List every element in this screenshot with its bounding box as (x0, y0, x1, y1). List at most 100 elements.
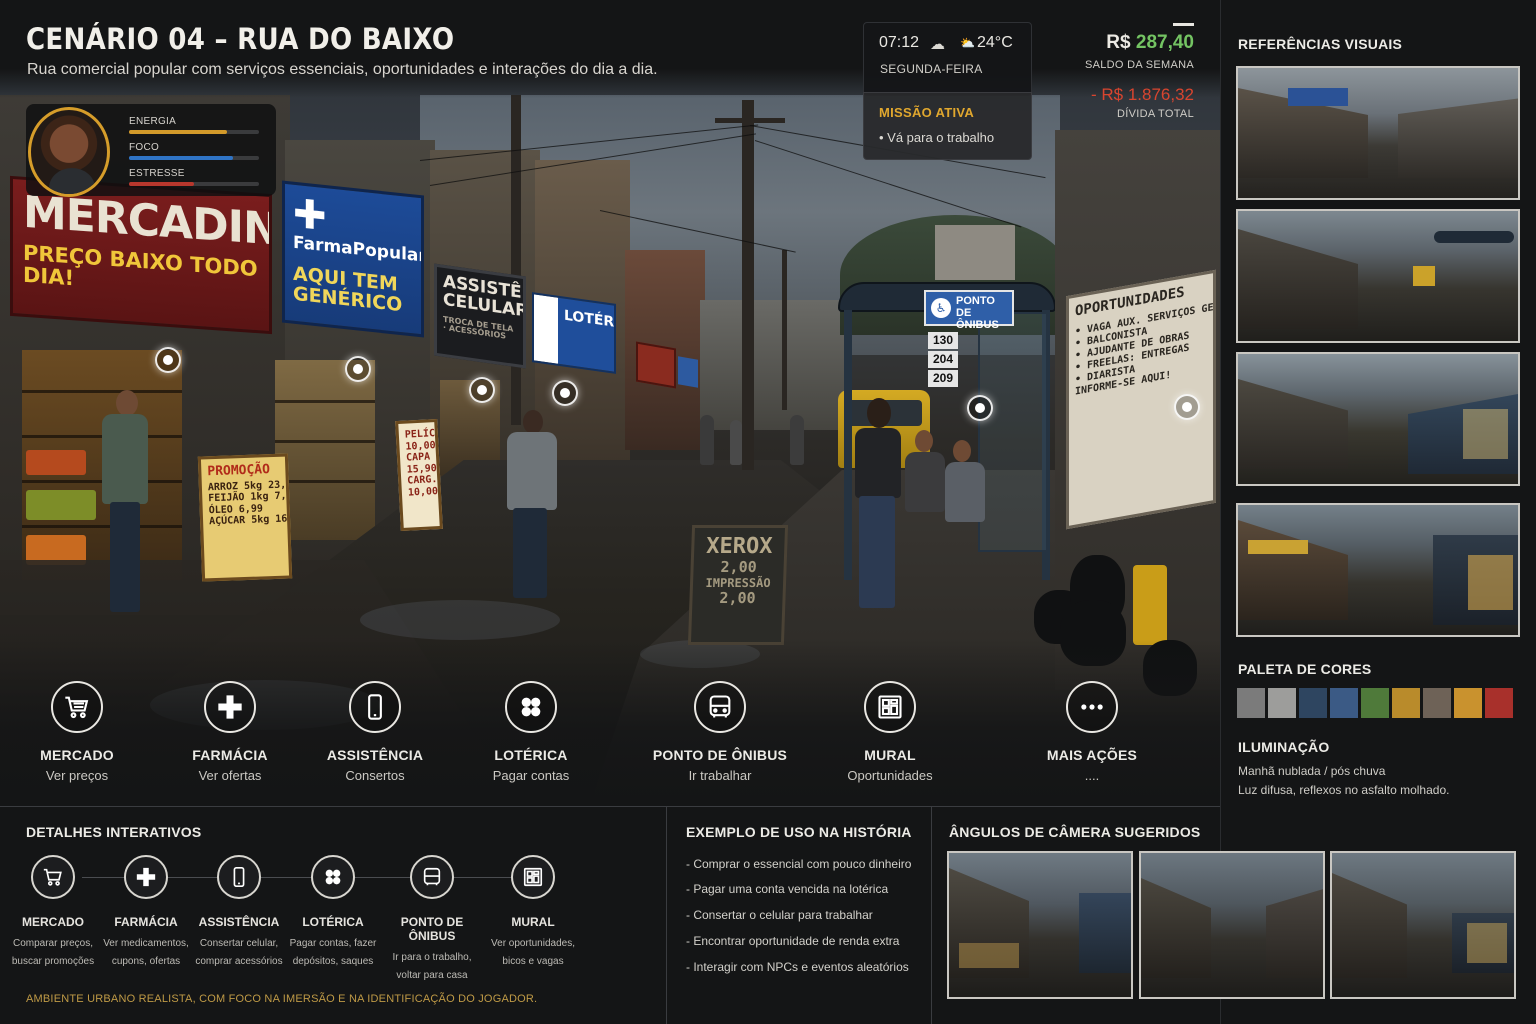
stat-label: ESTRESSE (129, 168, 185, 179)
reference-thumbnail[interactable] (1236, 66, 1520, 200)
detail-assistencia[interactable]: ASSISTÊNCIA Consertar celular, comprar ac… (193, 855, 285, 970)
weekly-balance: R$ 287,40 (1106, 32, 1194, 54)
weekly-balance-label: SALDO DA SEMANA (1084, 59, 1194, 71)
detail-desc-line: bicos e vagas (502, 955, 564, 967)
balance-currency: R$ (1106, 32, 1136, 53)
action-circle[interactable] (864, 681, 916, 733)
detail-farmacia[interactable]: FARMÁCIA Ver medicamentos, cupons, oferta… (100, 855, 192, 970)
lighting-line: Manhã nublada / pós chuva (1238, 764, 1386, 778)
detail-circle[interactable] (410, 855, 454, 899)
hotspot-loterica[interactable] (552, 380, 578, 406)
action-label: LOTÉRICA (494, 747, 568, 763)
pelicula-board: PELÍCULA 10,00 CAPA 15,90 CARG. 10,00 (395, 418, 443, 532)
palette-swatch (1392, 688, 1420, 718)
hotspot-mural[interactable] (1174, 394, 1200, 420)
building-far (700, 300, 850, 430)
detail-desc-line: voltar para casa (396, 969, 468, 981)
usage-item: - Pagar uma conta vencida na lotérica (686, 882, 889, 896)
xerox-label: IMPRESSÃO (705, 575, 771, 590)
detail-ponto-onibus[interactable]: PONTO DE ÔNIBUS Ir para o trabalho, volta… (382, 855, 482, 984)
building-hill (935, 225, 1015, 280)
action-mercado[interactable]: MERCADO Ver preços (2, 681, 152, 783)
cloud-icon: ☁ (930, 36, 945, 53)
detail-circle[interactable] (217, 855, 261, 899)
xerox-title: XEROX (705, 534, 773, 559)
action-circle[interactable] (505, 681, 557, 733)
detail-circle[interactable] (311, 855, 355, 899)
xerox-board: XEROX 2,00 IMPRESSÃO 2,00 (687, 525, 789, 645)
detail-desc: Ir para o trabalho, voltar para casa (382, 949, 482, 984)
mission-item: • Vá para o trabalho (879, 130, 995, 145)
bottom-divider-vertical (666, 806, 667, 1024)
bus-line-number: 130 (928, 332, 958, 349)
detail-desc: Comparar preços, buscar promoções (7, 935, 99, 970)
detail-circle[interactable] (124, 855, 168, 899)
npc-distant-crowd (690, 415, 820, 475)
hotspot-farmacia[interactable] (345, 356, 371, 382)
bus-line-number: 209 (928, 370, 958, 387)
hotspot-assistencia[interactable] (469, 377, 495, 403)
detail-label: PONTO DE ÔNIBUS (400, 915, 464, 943)
camera-angle-thumbnail[interactable] (947, 851, 1133, 999)
action-sub: Pagar contas (492, 768, 570, 783)
hotspot-ponto-onibus[interactable] (967, 395, 993, 421)
detail-label: MURAL (511, 915, 555, 929)
action-mural[interactable]: MURAL Oportunidades (815, 681, 965, 783)
camera-angle-thumbnail[interactable] (1330, 851, 1516, 999)
farma-sign-tagline: AQUI TEM GENÉRICO (293, 262, 403, 316)
action-sub: Ver preços (45, 768, 109, 783)
detail-circle[interactable] (31, 855, 75, 899)
npc-shopper (96, 390, 156, 620)
pharmacy-interior (275, 360, 375, 540)
palette-swatch (1299, 688, 1327, 718)
weekday: SEGUNDA-FEIRA (880, 62, 983, 76)
phone-icon (368, 694, 382, 720)
action-sub: Ver ofertas (198, 768, 262, 783)
assistencia-sign: ASSISTÊNCIA CELULAR TROCA DE TELA · ACES… (434, 263, 526, 369)
action-circle[interactable] (349, 681, 401, 733)
hotspot-mercado[interactable] (155, 347, 181, 373)
detail-circle[interactable] (511, 855, 555, 899)
palette-swatch (1361, 688, 1389, 718)
action-sub: Consertos (345, 768, 405, 783)
detail-desc-line: cupons, ofertas (111, 955, 181, 967)
usage-item: - Interagir com NPCs e eventos aleatório… (686, 960, 909, 974)
promo-row: AÇÚCAR 5kg 16,90 (208, 513, 293, 528)
stat-energia: ENERGIA (129, 116, 259, 134)
action-mais-acoes[interactable]: MAIS AÇÕES .... (1017, 681, 1167, 783)
detail-mercado[interactable]: MERCADO Comparar preços, buscar promoções (7, 855, 99, 970)
refs-title: REFERÊNCIAS VISUAIS (1238, 36, 1403, 52)
stat-estresse: ESTRESSE (129, 168, 259, 186)
action-label: MAIS AÇÕES (1046, 747, 1138, 763)
puddle (360, 600, 560, 640)
detail-label: MERCADO (22, 915, 84, 929)
active-mission-card[interactable] (863, 92, 1032, 160)
player-avatar[interactable] (28, 107, 110, 197)
action-assistencia[interactable]: ASSISTÊNCIA Consertos (300, 681, 450, 783)
reference-thumbnail[interactable] (1236, 209, 1520, 343)
camera-angle-thumbnail[interactable] (1139, 851, 1325, 999)
yellow-box (1133, 565, 1167, 645)
lighting-title: ILUMINAÇÃO (1238, 739, 1330, 755)
phone-icon (233, 867, 245, 887)
detail-mural[interactable]: MURAL Ver oportunidades, bicos e vagas (487, 855, 579, 970)
detail-loterica[interactable]: LOTÉRICA Pagar contas, fazer depósitos, s… (287, 855, 379, 970)
action-circle[interactable] (694, 681, 746, 733)
stat-track (129, 130, 259, 134)
reference-thumbnail[interactable] (1236, 503, 1520, 637)
detail-desc: Ver medicamentos, cupons, ofertas (100, 935, 192, 970)
action-loterica[interactable]: LOTÉRICA Pagar contas (456, 681, 606, 783)
action-circle[interactable] (51, 681, 103, 733)
sun-cloud-icon: ⛅ (960, 36, 975, 50)
palette-swatch (1237, 688, 1265, 718)
stat-track (129, 182, 259, 186)
assist-sign-title: ASSISTÊNCIA CELULAR (443, 271, 526, 322)
action-ponto-onibus[interactable]: PONTO DE ÔNIBUS Ir trabalhar (645, 681, 795, 783)
action-sub: Oportunidades (847, 768, 933, 783)
stat-fill (129, 182, 194, 186)
palette-swatch (1330, 688, 1358, 718)
reference-thumbnail[interactable] (1236, 352, 1520, 486)
action-farmacia[interactable]: FARMÁCIA Ver ofertas (155, 681, 305, 783)
action-circle[interactable] (204, 681, 256, 733)
action-circle[interactable] (1066, 681, 1118, 733)
